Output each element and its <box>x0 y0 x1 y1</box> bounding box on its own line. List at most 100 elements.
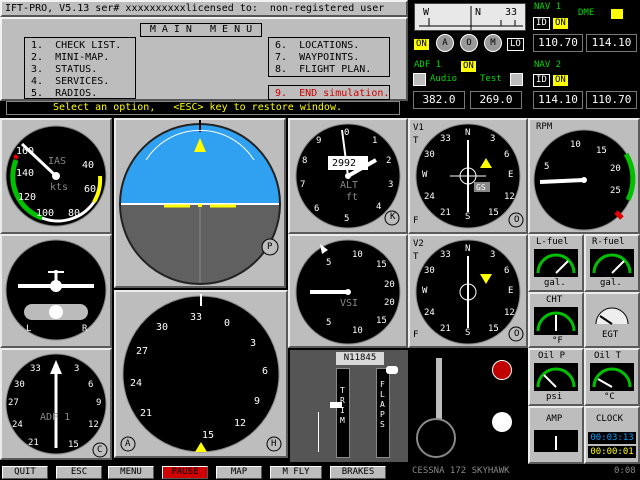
vsi-tick-down15: 15 <box>376 316 387 326</box>
mixture-knob-white[interactable] <box>492 412 512 432</box>
heading-tick-30: 30 <box>156 322 169 333</box>
ias-tick-40: 40 <box>82 160 95 171</box>
mfly-button[interactable]: M FLY <box>270 466 322 479</box>
adf-tick-12: 12 <box>88 420 99 430</box>
brakes-button[interactable]: BRAKES <box>330 466 386 479</box>
adf-tick-21: 21 <box>28 438 39 448</box>
vsi-tick-down10: 10 <box>352 326 363 336</box>
lfuel-dial <box>534 249 578 277</box>
throttle-track <box>436 358 442 426</box>
heading-tick-12: 12 <box>234 418 247 429</box>
vsi-tick-up15: 15 <box>376 260 387 270</box>
vor2-knob-o[interactable]: O <box>514 329 519 339</box>
heading-knob-a[interactable]: A <box>125 439 130 449</box>
adf1-standby-freq[interactable]: 269.0 <box>470 91 522 109</box>
ias-tick-140: 140 <box>16 168 35 179</box>
nav1-id-toggle[interactable]: ID <box>533 17 550 30</box>
marker-lo-toggle[interactable]: LO <box>507 38 524 51</box>
clock: CLOCK 00:03:13 00:00:01 <box>584 406 640 464</box>
main-menu-left-list: 1. CHECK LIST. 2. MINI-MAP. 3. STATUS. 4… <box>24 37 136 99</box>
flaps-handle[interactable] <box>386 366 398 374</box>
nav2-on-toggle[interactable]: ON <box>552 74 569 87</box>
alt-digit-6: 6 <box>314 204 320 214</box>
attitude-knob-p[interactable]: P <box>267 242 272 252</box>
nav2-id-toggle[interactable]: ID <box>533 74 550 87</box>
pause-button[interactable]: PAUSE <box>162 466 208 479</box>
nav1-standby-freq[interactable]: 114.10 <box>586 34 637 52</box>
oil-pressure-gauge: Oil P psi <box>528 348 584 406</box>
map-button[interactable]: MAP <box>216 466 262 479</box>
throttle-knob[interactable] <box>416 418 456 458</box>
vor2-indicator: V2 T F O N E S W 33 3 30 6 24 12 21 15 <box>408 234 528 348</box>
rfuel-label: R-fuel <box>592 237 625 247</box>
heading-knob-h[interactable]: H <box>271 439 276 449</box>
nav2-standby-freq[interactable]: 110.70 <box>586 91 637 109</box>
compass-33: 33 <box>505 7 518 18</box>
vsi-label: VSI <box>340 298 359 309</box>
vor2-tick-30: 30 <box>424 266 435 276</box>
adf1-audio-button[interactable] <box>413 73 426 86</box>
menu-item-flight-plan[interactable]: 8. FLIGHT PLAN. <box>275 64 383 76</box>
vor1-e: E <box>508 170 514 180</box>
nav1-on-toggle[interactable]: ON <box>552 17 569 30</box>
menu-item-end-simulation[interactable]: 9. END simulation. <box>268 85 390 100</box>
altimeter-knob-k[interactable]: K <box>390 212 395 222</box>
rpm-tick-20: 20 <box>610 164 621 174</box>
status-line: Select an option, <ESC> key to restore w… <box>6 101 400 115</box>
radio-stack: W N 33 ON A O M LO ADF 1 ON Audio Test 3… <box>410 0 530 118</box>
adf1-on-toggle[interactable]: ON <box>460 60 477 73</box>
vor1-tick-24: 24 <box>424 192 435 202</box>
marker-o-light: O <box>460 34 478 52</box>
marker-a-light: A <box>436 34 454 52</box>
esc-button[interactable]: ESC <box>56 466 102 479</box>
trim-label: T R I M <box>340 386 345 426</box>
vor1-label: V1 <box>413 123 424 133</box>
menu-item-waypoints[interactable]: 7. WAYPOINTS. <box>275 52 383 64</box>
adf-tick-27: 27 <box>8 398 19 408</box>
vor1-tick-30: 30 <box>424 150 435 160</box>
vor2-w: W <box>422 286 428 296</box>
menu-item-status[interactable]: 3. STATUS. <box>31 64 129 76</box>
nav2-active-freq[interactable]: 114.10 <box>533 91 583 109</box>
menu-item-locations[interactable]: 6. LOCATIONS. <box>275 40 383 52</box>
flaps-letter-p: P <box>380 410 385 419</box>
cht-dial <box>534 307 578 335</box>
alt-label: ALT <box>340 180 359 191</box>
menu-item-checklist[interactable]: 1. CHECK LIST. <box>31 40 129 52</box>
menu-item-radios[interactable]: 5. RADIOS. <box>31 88 129 100</box>
nav1-active-freq[interactable]: 110.70 <box>533 34 583 52</box>
quit-button[interactable]: QUIT <box>2 466 48 479</box>
oilp-unit: psi <box>546 392 563 402</box>
ias-tick-160: 160 <box>16 146 35 157</box>
vsi-tick-down5: 5 <box>326 318 332 328</box>
vor1-s: S <box>465 212 471 222</box>
serial-number: xxxxxxxxxx <box>125 3 186 14</box>
heading-tick-0: 0 <box>224 318 231 329</box>
trim-letter-i: I <box>340 406 345 415</box>
adf-label: ADF 1 <box>40 412 71 423</box>
mixture-knob-red[interactable] <box>492 360 512 380</box>
title-bar: IFT-PRO, V5.13 ser# xxxxxxxxxxlicensed t… <box>0 0 408 17</box>
marker-on-toggle[interactable]: ON <box>413 38 430 51</box>
menu-item-minimap[interactable]: 2. MINI-MAP. <box>31 52 129 64</box>
vor1-tick-12: 12 <box>504 192 515 202</box>
trim-letter-t: T <box>340 386 345 395</box>
menu-button[interactable]: MENU <box>108 466 154 479</box>
nav1-dme-toggle[interactable] <box>610 8 624 20</box>
oil-temp-gauge: Oil T °C <box>584 348 640 406</box>
adf1-test-button[interactable] <box>510 73 523 86</box>
ias-tick-120: 120 <box>18 192 37 203</box>
trim-flaps-panel: N11845 T R I M F L A P S <box>290 350 408 462</box>
adf-tick-33: 33 <box>30 364 41 374</box>
tail-number: N11845 <box>336 352 384 365</box>
adf1-active-freq[interactable]: 382.0 <box>413 91 465 109</box>
airspeed-indicator: 160 140 40 120 60 100 80 IAS kts <box>0 118 112 234</box>
vor1-knob-o[interactable]: O <box>514 215 519 225</box>
adf-knob-c[interactable]: C <box>97 445 102 455</box>
menu-item-services[interactable]: 4. SERVICES. <box>31 76 129 88</box>
altimeter-baro-window[interactable]: 2992 <box>332 158 356 169</box>
rpm-tick-5: 5 <box>544 162 550 172</box>
oilt-label: Oil T <box>594 351 622 361</box>
marker-m-light: M <box>484 34 502 52</box>
altimeter: 2992 ALT ft 0 1 2 3 4 5 6 7 8 9 K <box>288 118 408 234</box>
